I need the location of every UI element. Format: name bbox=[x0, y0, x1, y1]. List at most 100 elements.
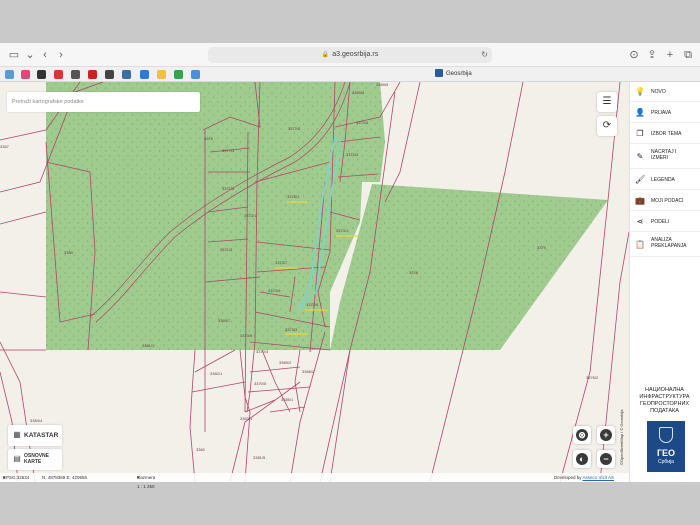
parcel-label: 3366/2 bbox=[302, 369, 315, 374]
favorite-icon[interactable] bbox=[140, 70, 149, 79]
share-icon: ⋖ bbox=[636, 217, 644, 226]
zoom-in-button[interactable]: + bbox=[597, 426, 615, 444]
favorite-icon[interactable] bbox=[88, 70, 97, 79]
sidebar-item-label: LEGENDA bbox=[651, 177, 675, 183]
parcel-label: 3374/1 bbox=[336, 228, 349, 233]
new-tab-icon[interactable]: + bbox=[663, 48, 677, 62]
sidebar-item-izbor-tema[interactable]: ❐ IZBOR TEMA bbox=[630, 124, 700, 144]
sidebar-item-label: PRIJAVA bbox=[651, 110, 672, 116]
sidebar-toggle-icon[interactable]: ▭ bbox=[7, 48, 21, 62]
sidebar-item-label: IZBOR TEMA bbox=[651, 131, 682, 137]
parcel-label: 3370/5 bbox=[254, 381, 267, 386]
parcel-label: 3372/3 bbox=[356, 120, 369, 125]
map-status-bar: EPSG:32634 ▾ N: 4878369 E: 420555 Razmer… bbox=[0, 473, 629, 489]
parcel-label: 3369/7 bbox=[218, 318, 231, 323]
favorite-icon[interactable] bbox=[122, 70, 131, 79]
geosrbija-logo[interactable]: ГЕО Србија bbox=[647, 421, 685, 472]
globe-icon: ◐ bbox=[576, 453, 588, 465]
map-search-input[interactable]: Pretraži kartografske podatke bbox=[7, 92, 200, 112]
geosrbija-favicon bbox=[435, 69, 443, 78]
url-text: a3.geosrbija.rs bbox=[332, 51, 379, 58]
parcel-label: 3385/1 bbox=[281, 397, 294, 402]
refresh-button[interactable]: ⟳ bbox=[597, 116, 617, 136]
favorite-icon[interactable] bbox=[174, 70, 183, 79]
refresh-icon: ⟳ bbox=[602, 120, 612, 131]
briefcase-icon: 💼 bbox=[635, 196, 645, 205]
crosshair-icon: ⊗ bbox=[576, 429, 588, 441]
active-tab-title[interactable]: Geosrbija bbox=[435, 69, 472, 80]
parcel-label: 3376/1 bbox=[287, 194, 300, 199]
sidebar-item-legenda[interactable]: 🖌 LEGENDA bbox=[630, 170, 700, 190]
address-bar[interactable]: 🔒 a3.geosrbija.rs ↻ bbox=[208, 47, 492, 63]
share-icon[interactable]: ⇪ bbox=[645, 48, 659, 62]
sidebar-item-label: NOVO bbox=[651, 89, 666, 95]
plus-icon: + bbox=[600, 429, 612, 441]
parcel-label: 3360 bbox=[196, 447, 205, 452]
favorite-icon[interactable] bbox=[71, 70, 80, 79]
menu-button[interactable]: ☰ bbox=[597, 92, 617, 112]
locate-button[interactable]: ⊗ bbox=[573, 426, 591, 444]
parcel-label: 3370/3 bbox=[256, 349, 269, 354]
favorite-icon[interactable] bbox=[191, 70, 200, 79]
coordinates-readout: N: 4878369 E: 420555 bbox=[42, 475, 88, 480]
favorite-icon[interactable] bbox=[37, 70, 46, 79]
download-icon[interactable]: ⊙ bbox=[627, 48, 641, 62]
katastar-label: KATASTAR bbox=[24, 432, 59, 439]
favorites-bar: Geosrbija bbox=[0, 67, 700, 82]
sidebar-item-moji-podaci[interactable]: 💼 MOJI PODACI bbox=[630, 191, 700, 211]
katastar-layer-button[interactable]: ▦ KATASTAR bbox=[8, 425, 62, 446]
sidebar-item-analiza[interactable]: 📋 ANALIZA PREKLAPANJA bbox=[630, 233, 700, 257]
buildings-icon: ▦ bbox=[13, 430, 21, 439]
parcel-label: 3371/3 bbox=[222, 186, 235, 191]
parcel-label: 3373/4 bbox=[268, 288, 281, 293]
pencil-icon: ✎ bbox=[636, 152, 644, 161]
copy-icon: ❐ bbox=[636, 129, 644, 138]
parcel-label: 3375 bbox=[204, 136, 213, 141]
sidebar-item-label: ANALIZA PREKLAPANJA bbox=[651, 237, 687, 249]
parcel-label: 3384/4 bbox=[30, 418, 43, 423]
favorite-icon[interactable] bbox=[5, 70, 14, 79]
logo-title: ГЕО bbox=[656, 448, 676, 458]
parcel-label: 3382/1 bbox=[210, 371, 223, 376]
zoom-out-button[interactable]: − bbox=[597, 450, 615, 468]
parcel-label: 3373/7 bbox=[275, 260, 288, 265]
parcel-label: 3381/1 bbox=[142, 343, 155, 348]
favorite-icon[interactable] bbox=[54, 70, 63, 79]
sidebar-item-label: MOJI PODACI bbox=[651, 198, 684, 204]
search-placeholder: Pretraži kartografske podatke bbox=[12, 99, 84, 105]
chevron-down-icon[interactable]: ⌄ bbox=[23, 48, 37, 62]
forward-icon[interactable]: › bbox=[54, 48, 68, 62]
sidebar-item-podeli[interactable]: ⋖ PODELI bbox=[630, 212, 700, 232]
map-attribution: ©OpenStreetMap i © Geosrbija bbox=[619, 409, 624, 465]
parcel-label: 3369/3 bbox=[352, 90, 365, 95]
globe-button[interactable]: ◐ bbox=[573, 450, 591, 468]
back-icon[interactable]: ‹ bbox=[38, 48, 52, 62]
sidebar-item-nacrtaj[interactable]: ✎ NACRTAJ I IZMERI bbox=[630, 145, 700, 169]
map-canvas[interactable] bbox=[0, 82, 629, 482]
parcel-label: 3372/2 bbox=[288, 126, 301, 131]
scale-selector[interactable]: Razmera 1 : 1 250 ▾ bbox=[137, 473, 155, 489]
favorite-icon[interactable] bbox=[21, 70, 30, 79]
sidebar-item-novo[interactable]: 💡 NOVO bbox=[630, 82, 700, 102]
osnovne-karte-layer-button[interactable]: ▤ OSNOVNE KARTE bbox=[8, 449, 62, 470]
crest-icon bbox=[659, 427, 673, 443]
parcel-label: 3372/4 bbox=[346, 152, 359, 157]
tabs-overview-icon[interactable]: ⧉ bbox=[681, 48, 695, 62]
browser-toolbar: ▭ ⌄ ‹ › 🔒 a3.geosrbija.rs ↻ ⊙ ⇪ + ⧉ bbox=[0, 43, 700, 67]
parcel-label: 3380 bbox=[64, 250, 73, 255]
developer-link[interactable]: Asseco Vizit AS bbox=[583, 475, 614, 480]
sidebar-item-label: NACRTAJ I IZMERI bbox=[651, 149, 677, 161]
sidebar-item-prijava[interactable]: 👤 PRIJAVA bbox=[630, 103, 700, 123]
sidebar-item-label: PODELI bbox=[651, 219, 670, 225]
favorite-icon[interactable] bbox=[157, 70, 166, 79]
reload-icon[interactable]: ↻ bbox=[481, 47, 488, 63]
parcel-label: 3376/2 bbox=[586, 375, 599, 380]
parcel-label: 3379 bbox=[537, 245, 546, 250]
developer-credit: Developed by Asseco Vizit AS bbox=[554, 475, 614, 480]
cadastral-map[interactable]: 3369/3 3369/5 3372/2 3372/3 3372/4 3377/… bbox=[0, 82, 629, 482]
parcel-label: 3363/1 bbox=[240, 416, 253, 421]
crs-selector[interactable]: EPSG:32634 ▾ bbox=[3, 473, 29, 482]
logo-subtitle: Србија bbox=[658, 459, 674, 465]
map-layer-icon: ▤ bbox=[13, 454, 21, 463]
favorite-icon[interactable] bbox=[105, 70, 114, 79]
